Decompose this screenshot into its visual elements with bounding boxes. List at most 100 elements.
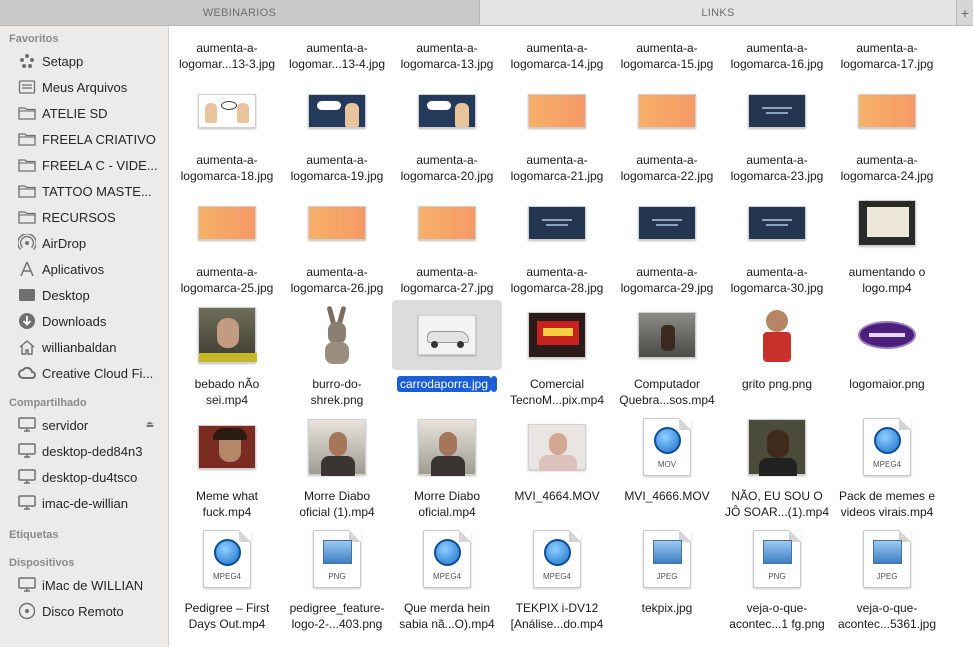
file-name[interactable]: aumenta-a-logomarca-20.jpg [388,152,506,184]
file-thumbnail[interactable] [612,76,722,146]
file-name[interactable]: veja-o-que-acontec...1 fg.png [718,600,836,632]
sidebar-item-freela-c-vide[interactable]: FREELA C - VIDE... [0,152,168,178]
file-item[interactable]: Morre Diabo oficial (1).mp4 [282,412,392,522]
file-item[interactable]: carrodaporra.jpg [392,300,502,410]
file-thumbnail[interactable] [172,76,282,146]
file-name[interactable]: Morre Diabo oficial.mp4 [388,488,506,520]
file-name[interactable]: veja-o-que-acontec...5361.jpg [828,600,946,632]
file-thumbnail[interactable] [832,76,942,146]
file-thumbnail[interactable] [502,300,612,370]
file-item[interactable]: aumenta-a-logomar...13-4.jpg [282,26,392,74]
file-thumbnail[interactable] [502,188,612,258]
file-name[interactable]: aumenta-a-logomarca-18.jpg [170,152,286,184]
sidebar-item-atelie-sd[interactable]: ATELIE SD [0,100,168,126]
file-item[interactable]: NÃO, EU SOU O JÔ SOAR...(1).mp4 [722,412,832,522]
sidebar-item-recursos[interactable]: RECURSOS [0,204,168,230]
file-item[interactable]: aumenta-a-logomarca-28.jpg [502,188,612,298]
file-name[interactable]: grito png.png [718,376,836,392]
file-item[interactable]: JPEG veja-o-que-acontec...5361.jpg [832,524,942,634]
file-item[interactable]: Computador Quebra...sos.mp4 [612,300,722,410]
file-name[interactable]: MVI_4664.MOV [498,488,616,504]
file-name[interactable]: aumenta-a-logomarca-13.jpg [388,40,506,72]
file-thumbnail[interactable] [172,412,282,482]
file-name[interactable]: aumenta-a-logomarca-24.jpg [828,152,946,184]
file-name[interactable]: aumenta-a-logomarca-28.jpg [498,264,616,296]
file-item[interactable]: Meme what fuck.mp4 [172,412,282,522]
sidebar-item-imac-de-willian[interactable]: imac-de-willian [0,490,168,516]
file-item[interactable]: aumenta-a-logomarca-27.jpg [392,188,502,298]
file-item[interactable]: aumenta-a-logomarca-13.jpg [392,26,502,74]
file-item[interactable]: aumenta-a-logomarca-22.jpg [612,76,722,186]
file-name[interactable]: Meme what fuck.mp4 [170,488,286,520]
sidebar-item-downloads[interactable]: Downloads [0,308,168,334]
file-item[interactable]: bebado nÃo sei.mp4 [172,300,282,410]
sidebar-item-imac-de-willian[interactable]: iMac de WILLIAN [0,572,168,598]
file-item[interactable]: logomaior.png [832,300,942,410]
file-thumbnail[interactable]: JPEG [612,524,722,594]
file-name[interactable]: aumenta-a-logomarca-23.jpg [718,152,836,184]
file-thumbnail[interactable] [282,76,392,146]
file-item[interactable]: aumentando o logo.mp4 [832,188,942,298]
tab-webinarios[interactable]: WEBINARIOS [0,0,480,25]
sidebar-item-aplicativos[interactable]: Aplicativos [0,256,168,282]
file-name[interactable]: burro-do-shrek.png [278,376,396,408]
file-thumbnail[interactable]: MPEG4 [832,412,942,482]
file-name[interactable]: aumenta-a-logomar...13-4.jpg [278,40,396,72]
file-thumbnail[interactable] [172,188,282,258]
file-item[interactable]: aumenta-a-logomarca-19.jpg [282,76,392,186]
file-name[interactable]: aumenta-a-logomarca-16.jpg [718,40,836,72]
file-thumbnail[interactable]: JPEG [832,524,942,594]
file-thumbnail[interactable]: PNG [722,524,832,594]
file-name[interactable]: aumenta-a-logomarca-25.jpg [170,264,286,296]
file-name[interactable]: aumenta-a-logomar...13-3.jpg [170,40,286,72]
file-item[interactable]: aumenta-a-logomarca-26.jpg [282,188,392,298]
file-thumbnail[interactable] [722,76,832,146]
file-thumbnail[interactable]: MPEG4 [502,524,612,594]
file-name[interactable]: Comercial TecnoM...pix.mp4 [498,376,616,408]
file-name[interactable]: Morre Diabo oficial (1).mp4 [278,488,396,520]
file-thumbnail[interactable] [392,26,502,34]
sidebar-item-freela-criativo[interactable]: FREELA CRIATIVO [0,126,168,152]
file-item[interactable]: grito png.png [722,300,832,410]
file-item[interactable]: MPEG4 Pack de memes e videos virais.mp4 [832,412,942,522]
sidebar-item-desktop-ded84n3[interactable]: desktop-ded84n3 [0,438,168,464]
file-item[interactable]: aumenta-a-logomarca-18.jpg [172,76,282,186]
file-thumbnail[interactable] [392,76,502,146]
file-name[interactable]: Pack de memes e videos virais.mp4 [828,488,946,520]
file-name[interactable]: aumenta-a-logomarca-22.jpg [608,152,726,184]
file-thumbnail[interactable] [172,300,282,370]
sidebar-item-desktop[interactable]: Desktop [0,282,168,308]
file-thumbnail[interactable] [282,300,392,370]
file-item[interactable]: Morre Diabo oficial.mp4 [392,412,502,522]
file-thumbnail[interactable]: MPEG4 [172,524,282,594]
file-name[interactable]: MVI_4666.MOV [608,488,726,504]
file-thumbnail[interactable] [282,412,392,482]
file-thumbnail[interactable] [392,188,502,258]
file-thumbnail[interactable] [612,26,722,34]
file-name[interactable]: tekpix.jpg [608,600,726,616]
file-thumbnail[interactable] [282,26,392,34]
file-name[interactable]: aumenta-a-logomarca-30.jpg [718,264,836,296]
sidebar-item-tattoo-maste[interactable]: TATTOO MASTE... [0,178,168,204]
file-name[interactable]: aumenta-a-logomarca-19.jpg [278,152,396,184]
tab-links[interactable]: LINKS [480,0,957,25]
file-item[interactable]: aumenta-a-logomarca-24.jpg [832,76,942,186]
file-item[interactable]: MPEG4 TEKPIX i-DV12 [Análise...do.mp4 [502,524,612,634]
file-name[interactable]: aumentando o logo.mp4 [828,264,946,296]
file-thumbnail[interactable] [282,188,392,258]
file-item[interactable]: Comercial TecnoM...pix.mp4 [502,300,612,410]
file-name[interactable]: Computador Quebra...sos.mp4 [608,376,726,408]
file-thumbnail[interactable] [502,76,612,146]
file-item[interactable]: aumenta-a-logomarca-14.jpg [502,26,612,74]
file-name[interactable]: aumenta-a-logomarca-29.jpg [608,264,726,296]
sidebar-item-setapp[interactable]: Setapp [0,48,168,74]
sidebar-item-meus-arquivos[interactable]: Meus Arquivos [0,74,168,100]
sidebar-item-willianbaldan[interactable]: willianbaldan [0,334,168,360]
file-thumbnail[interactable]: MPEG4 [392,524,502,594]
file-item[interactable]: aumenta-a-logomarca-17.jpg [832,26,942,74]
file-thumbnail[interactable] [392,412,502,482]
sidebar-item-airdrop[interactable]: AirDrop [0,230,168,256]
file-thumbnail[interactable] [502,26,612,34]
file-item[interactable]: aumenta-a-logomarca-25.jpg [172,188,282,298]
sidebar-item-desktop-du4tsco[interactable]: desktop-du4tsco [0,464,168,490]
